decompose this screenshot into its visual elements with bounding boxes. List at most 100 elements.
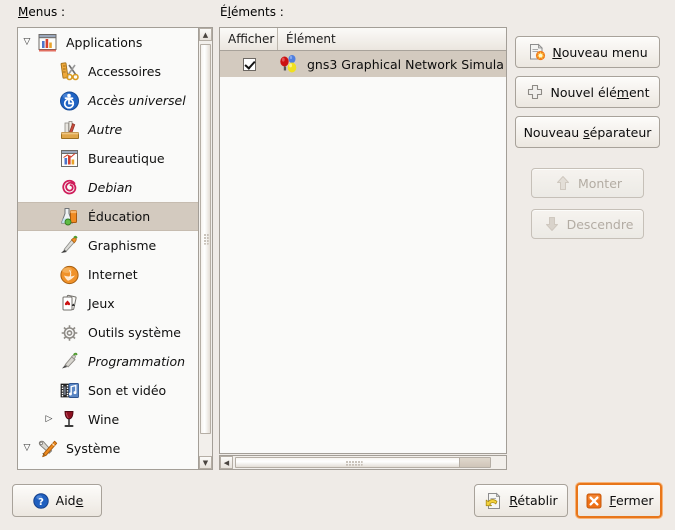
office-icon [58, 148, 82, 170]
move-down-button[interactable]: Descendre [531, 209, 644, 239]
elements-list-panel[interactable]: Afficher Élément gns3 Graphical Network … [219, 27, 507, 454]
scroll-down-icon[interactable]: ▼ [199, 456, 212, 469]
menu-tree-item-label: Système [66, 441, 121, 456]
menus-label-accesskey: M [18, 5, 29, 19]
menu-tree-item-label: Graphisme [88, 238, 157, 253]
system-icon [36, 438, 60, 460]
menu-tree-item[interactable]: Son et vidéo [18, 376, 212, 405]
element-name-cell[interactable]: gns3 Graphical Network Simula [278, 54, 504, 74]
menu-tree-item-label: Éducation [88, 209, 151, 224]
menu-tree-item-label: Autre [88, 122, 123, 137]
multimedia-icon [58, 380, 82, 402]
menu-tree-item-label: Son et vidéo [88, 383, 167, 398]
menu-tree-item-label: Applications [66, 35, 143, 50]
column-header-afficher[interactable]: Afficher [220, 28, 278, 50]
menus-scrollbar-thumb[interactable] [200, 44, 211, 434]
menu-tree-item-label: Bureautique [88, 151, 165, 166]
column-header-element[interactable]: Élément [278, 28, 506, 50]
wine-icon [58, 409, 82, 431]
new-separator-label-post: éparateur [589, 124, 652, 140]
expander-collapsed-icon[interactable]: ▷ [40, 415, 58, 424]
menu-tree-item[interactable]: Debian [18, 173, 212, 202]
menus-tree-list[interactable]: ▽ Applications Accessoires Accès univers… [18, 28, 212, 463]
expander-expanded-icon[interactable]: ▽ [18, 444, 36, 453]
expander-expanded-icon[interactable]: ▽ [18, 38, 36, 47]
element-visible-cell[interactable] [220, 57, 278, 71]
help-button[interactable]: ? Aide [12, 484, 102, 517]
menu-tree-item[interactable]: Éducation [18, 202, 212, 231]
new-menu-accesskey: N [552, 44, 562, 60]
move-down-label: Descendre [566, 216, 634, 232]
menu-tree-item-label: Wine [88, 412, 120, 427]
accessibility-icon [58, 90, 82, 112]
menu-tree-item[interactable]: Programmation [18, 347, 212, 376]
new-item-label-pre: Nouvel élé [550, 84, 617, 100]
menu-tree-item[interactable]: Accès universel [18, 86, 212, 115]
accessories-icon [58, 61, 82, 83]
close-button[interactable]: Fermer [576, 483, 662, 518]
arrow-up-icon [553, 174, 573, 192]
menu-tree-item-label: Programmation [88, 354, 186, 369]
elements-list-row[interactable]: gns3 Graphical Network Simula [220, 51, 506, 77]
menu-tree-item[interactable]: Accessoires [18, 57, 212, 86]
help-accesskey: e [75, 493, 84, 508]
element-visible-checkbox[interactable] [242, 57, 256, 71]
menus-label: Menus : [18, 5, 65, 19]
help-icon: ? [31, 492, 51, 510]
applications-icon [36, 32, 60, 54]
svg-text:?: ? [38, 497, 44, 508]
menu-tree-item[interactable]: ▽ Applications [18, 28, 212, 57]
move-up-button[interactable]: Monter [531, 168, 644, 198]
menu-tree-item-label: Debian [88, 180, 133, 195]
menu-tree-item-label: Accessoires [88, 64, 161, 79]
menu-tree-item[interactable]: Autre [18, 115, 212, 144]
scrollbar-grip-icon [203, 233, 208, 245]
elements-label-rest: éments : [230, 5, 284, 19]
menu-tree-item[interactable]: Outils système [18, 318, 212, 347]
revert-icon [484, 492, 504, 510]
menu-tree-item[interactable]: Jeux [18, 289, 212, 318]
elements-scrollbar-thumb-end[interactable] [459, 457, 491, 468]
debian-icon [58, 177, 82, 199]
new-item-button[interactable]: Nouvel élément [515, 76, 660, 108]
elements-scrollbar-thumb[interactable] [235, 457, 473, 468]
menus-tree-panel[interactable]: ▽ Applications Accessoires Accès univers… [17, 27, 213, 470]
new-separator-label-pre: Nouveau [523, 124, 584, 140]
scroll-left-icon[interactable]: ◀ [220, 456, 233, 469]
plus-icon [525, 83, 545, 101]
close-icon [584, 492, 604, 510]
new-menu-button[interactable]: Nouveau menu [515, 36, 660, 68]
menus-label-rest: enus : [28, 5, 66, 19]
new-item-accesskey: m [616, 84, 629, 100]
scroll-up-icon[interactable]: ▲ [199, 28, 212, 41]
menu-tree-item[interactable]: Internet [18, 260, 212, 289]
arrow-down-icon [542, 215, 562, 233]
move-up-label: Monter [577, 175, 623, 191]
elements-label-pre: É [220, 5, 228, 19]
other-icon [58, 119, 82, 141]
internet-icon [58, 264, 82, 286]
menus-vertical-scrollbar[interactable]: ▲ ▼ [198, 27, 213, 470]
menu-tree-item[interactable]: Graphisme [18, 231, 212, 260]
system-tools-icon [58, 322, 82, 344]
help-label-pre: Aid [55, 493, 76, 508]
elements-label: Éléments : [220, 5, 284, 19]
new-item-label-post: ent [628, 84, 650, 100]
development-icon [58, 351, 82, 373]
menu-tree-item-label: Outils système [88, 325, 181, 340]
close-label: ermer [615, 493, 654, 508]
new-separator-button[interactable]: Nouveau séparateur [515, 116, 660, 148]
new-menu-label: ouveau menu [561, 44, 648, 60]
elements-horizontal-scrollbar[interactable]: ◀ [219, 455, 507, 470]
revert-button[interactable]: Rétablir [474, 484, 568, 517]
new-menu-icon [527, 43, 547, 61]
menu-tree-item-label: Accès universel [88, 93, 186, 108]
menu-tree-item[interactable]: ▽ Système [18, 434, 212, 463]
games-icon [58, 293, 82, 315]
menu-tree-item[interactable]: ▷ Wine [18, 405, 212, 434]
menu-tree-item[interactable]: Bureautique [18, 144, 212, 173]
education-icon [58, 206, 82, 228]
graphics-icon [58, 235, 82, 257]
menu-tree-item-label: Internet [88, 267, 138, 282]
gns3-icon [278, 54, 300, 74]
